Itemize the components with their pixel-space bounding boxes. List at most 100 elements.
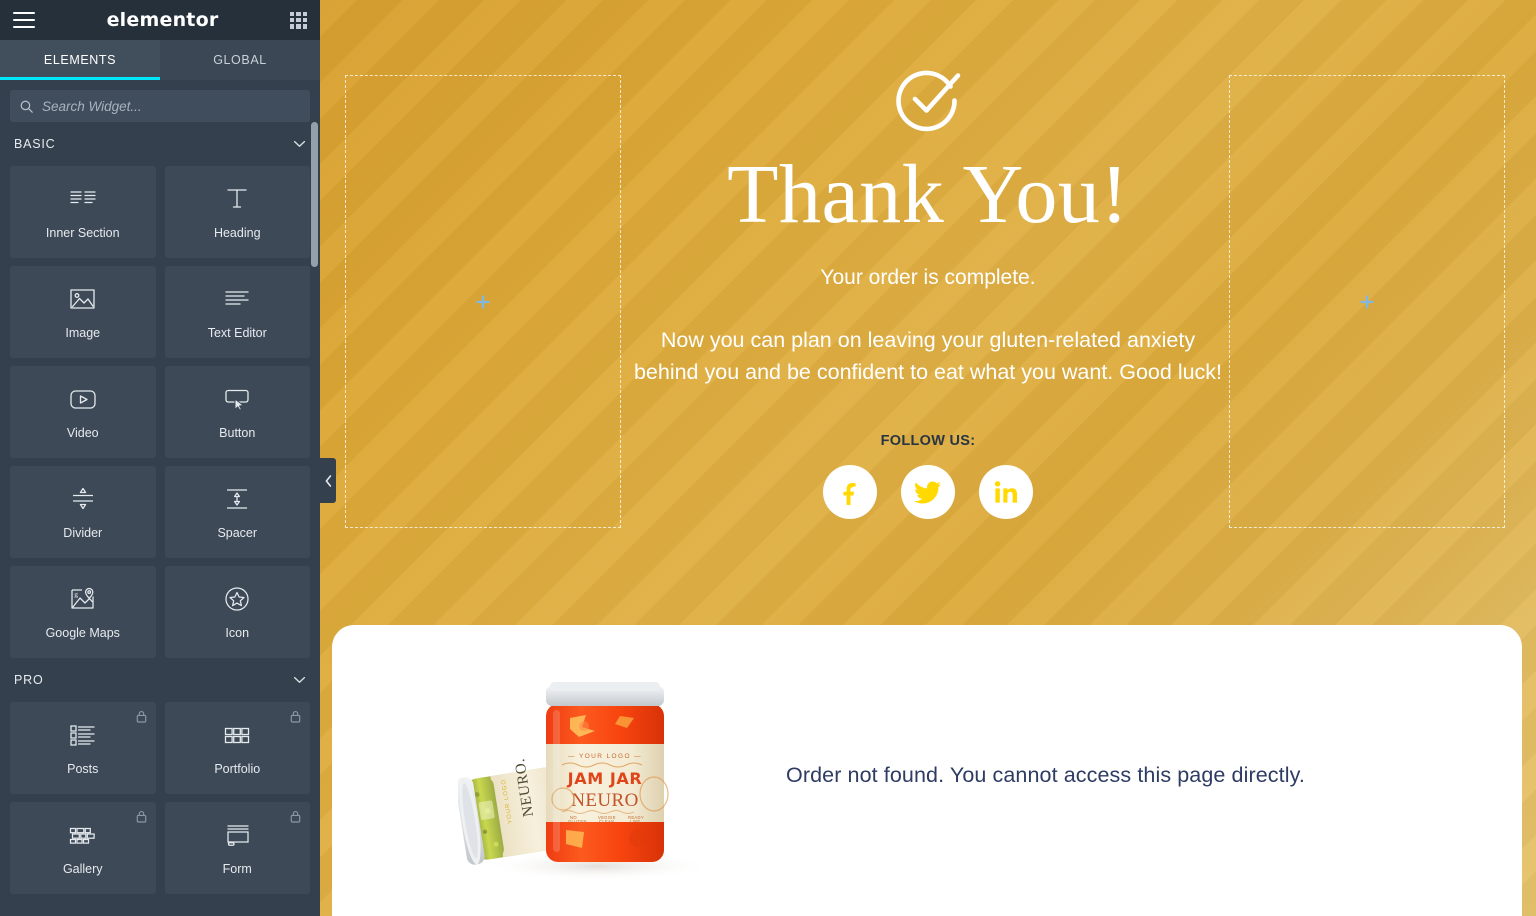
widget-label: Inner Section	[45, 226, 120, 240]
hero-body-line-2: behind you and be confident to eat what …	[633, 360, 1223, 385]
panel-scrollbar-thumb[interactable]	[311, 122, 318, 267]
widget-google-maps[interactable]: g Google Maps	[10, 566, 156, 658]
widget-label: Image	[65, 326, 101, 340]
widget-label: Form	[222, 862, 252, 876]
jar-front-logo-text: — YOUR LOGO —	[568, 753, 642, 760]
category-header-pro[interactable]: PRO	[10, 658, 310, 702]
inner-section-icon	[68, 184, 98, 214]
panel-header: elementor	[0, 0, 320, 40]
widget-form[interactable]: Form	[164, 802, 310, 894]
hamburger-icon[interactable]	[13, 12, 35, 28]
button-icon	[222, 384, 252, 414]
widget-panel-sidebar: elementor ELEMENTS GLOBAL BA	[0, 0, 320, 916]
jar-front: — YOUR LOGO — JAM JAR NEURO NO GLUTEN VE…	[546, 682, 669, 862]
category-label-basic: BASIC	[14, 137, 56, 151]
category-header-basic[interactable]: BASIC	[10, 122, 310, 166]
widget-gallery[interactable]: Gallery	[10, 802, 156, 894]
page-canvas: Thank You! Your order is complete. Now y…	[320, 0, 1536, 916]
portfolio-icon	[222, 720, 252, 750]
svg-text:LINE: LINE	[630, 819, 641, 824]
tab-elements[interactable]: ELEMENTS	[0, 40, 160, 80]
heading-icon	[222, 184, 252, 214]
order-status-card: NEURO. YOUR LOGO — YOUR LOGO — JAM JAR N…	[332, 625, 1522, 916]
tab-global[interactable]: GLOBAL	[160, 40, 320, 80]
widget-inner-section[interactable]: Inner Section	[10, 166, 156, 258]
social-link-twitter[interactable]	[901, 465, 955, 520]
widget-posts[interactable]: Posts	[10, 702, 156, 794]
widget-button[interactable]: Button	[164, 366, 310, 458]
widget-label: Button	[219, 426, 256, 440]
widget-label: Divider	[63, 526, 103, 540]
widget-label: Google Maps	[45, 626, 120, 640]
chevron-down-icon	[293, 676, 306, 683]
lock-icon	[290, 810, 301, 823]
widget-heading[interactable]: Heading	[164, 166, 310, 258]
hero-body-text: Now you can plan on leaving your gluten-…	[634, 324, 1222, 389]
widget-label: Video	[66, 426, 99, 440]
widget-video[interactable]: Video	[10, 366, 156, 458]
elementor-logo-text: elementor	[106, 9, 219, 31]
widget-portfolio[interactable]: Portfolio	[164, 702, 310, 794]
text-editor-icon	[222, 284, 252, 314]
panel-scrollbar[interactable]	[311, 120, 318, 916]
jam-jar-product-illustration: NEURO. YOUR LOGO — YOUR LOGO — JAM JAR N…	[455, 682, 713, 881]
widget-label: Posts	[67, 762, 99, 776]
panel-collapse-handle[interactable]	[320, 458, 336, 503]
check-circle-icon	[896, 70, 961, 132]
product-image: NEURO. YOUR LOGO — YOUR LOGO — JAM JAR N…	[455, 660, 728, 890]
search-icon	[20, 100, 33, 113]
lock-icon	[290, 710, 301, 723]
widget-image[interactable]: Image	[10, 266, 156, 358]
svg-text:GLUTEN: GLUTEN	[568, 819, 587, 824]
widget-label: Text Editor	[207, 326, 267, 340]
widget-label: Portfolio	[214, 762, 261, 776]
posts-icon	[68, 720, 98, 750]
search-widget-box[interactable]	[10, 90, 310, 122]
widget-label: Gallery	[62, 862, 103, 876]
search-row	[10, 80, 310, 122]
chevron-left-icon	[325, 474, 331, 487]
social-link-facebook[interactable]	[823, 465, 877, 520]
widget-divider[interactable]: Divider	[10, 466, 156, 558]
order-complete-subtitle: Your order is complete.	[820, 265, 1036, 289]
linkedin-icon	[994, 480, 1017, 503]
hero-section: Thank You! Your order is complete. Now y…	[320, 0, 1536, 578]
order-status-message: Order not found. You cannot access this …	[786, 762, 1305, 787]
hero-body-line-1: Now you can plan on leaving your gluten-…	[660, 327, 1196, 352]
image-icon	[68, 284, 98, 314]
panel-body: BASIC Inner Section	[0, 80, 320, 916]
spacer-icon	[222, 484, 252, 514]
facebook-icon	[843, 483, 856, 506]
panel-tabs: ELEMENTS GLOBAL	[0, 40, 320, 80]
divider-icon	[68, 484, 98, 514]
social-icons-list	[823, 465, 1033, 520]
video-icon	[68, 384, 98, 414]
star-icon	[222, 584, 252, 614]
lock-icon	[136, 710, 146, 723]
search-input[interactable]	[42, 98, 300, 114]
widget-grid-basic: Inner Section Heading Image Text Editor …	[10, 166, 310, 658]
grid-apps-icon[interactable]	[290, 11, 307, 29]
gallery-icon	[68, 820, 98, 850]
follow-us-label: FOLLOW US:	[880, 433, 976, 450]
jar-front-brand-text: NEURO	[571, 790, 638, 811]
svg-text:CLEAN: CLEAN	[599, 819, 614, 824]
widget-label: Heading	[213, 226, 261, 240]
page-title: Thank You!	[727, 148, 1129, 241]
widget-label: Icon	[225, 626, 250, 640]
lock-icon	[136, 810, 146, 823]
elementor-editor: elementor ELEMENTS GLOBAL BA	[0, 0, 1536, 916]
google-maps-icon: g	[68, 584, 98, 614]
social-link-linkedin[interactable]	[979, 465, 1033, 520]
twitter-icon	[914, 481, 941, 504]
widget-grid-pro: Posts Portfolio Gallery Form	[10, 702, 310, 894]
widget-icon[interactable]: Icon	[164, 566, 310, 658]
widget-spacer[interactable]: Spacer	[164, 466, 310, 558]
hero-content: Thank You! Your order is complete. Now y…	[320, 0, 1536, 520]
form-icon	[222, 820, 252, 850]
chevron-down-icon	[293, 140, 306, 147]
svg-text:g: g	[75, 590, 79, 599]
widget-label: Spacer	[217, 526, 258, 540]
widget-text-editor[interactable]: Text Editor	[164, 266, 310, 358]
category-label-pro: PRO	[14, 673, 44, 687]
